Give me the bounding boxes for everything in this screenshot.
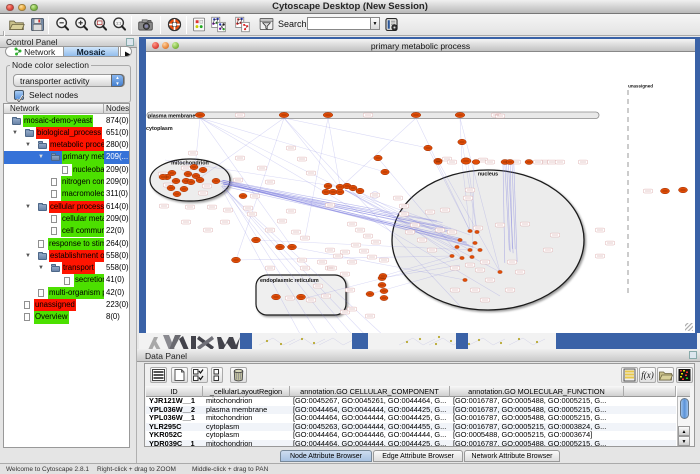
svg-text:plasma membrane: plasma membrane	[148, 114, 195, 120]
svg-text:cytoplasm: cytoplasm	[146, 126, 173, 132]
svg-text:1:1: 1:1	[116, 22, 121, 26]
svg-text:mitochondrion: mitochondrion	[171, 161, 209, 167]
svg-text:nucleus: nucleus	[478, 172, 498, 178]
svg-text:f(x): f(x)	[641, 370, 654, 380]
svg-text:unassigned: unassigned	[628, 83, 653, 88]
svg-text:endoplasmic reticulum: endoplasmic reticulum	[260, 278, 319, 284]
